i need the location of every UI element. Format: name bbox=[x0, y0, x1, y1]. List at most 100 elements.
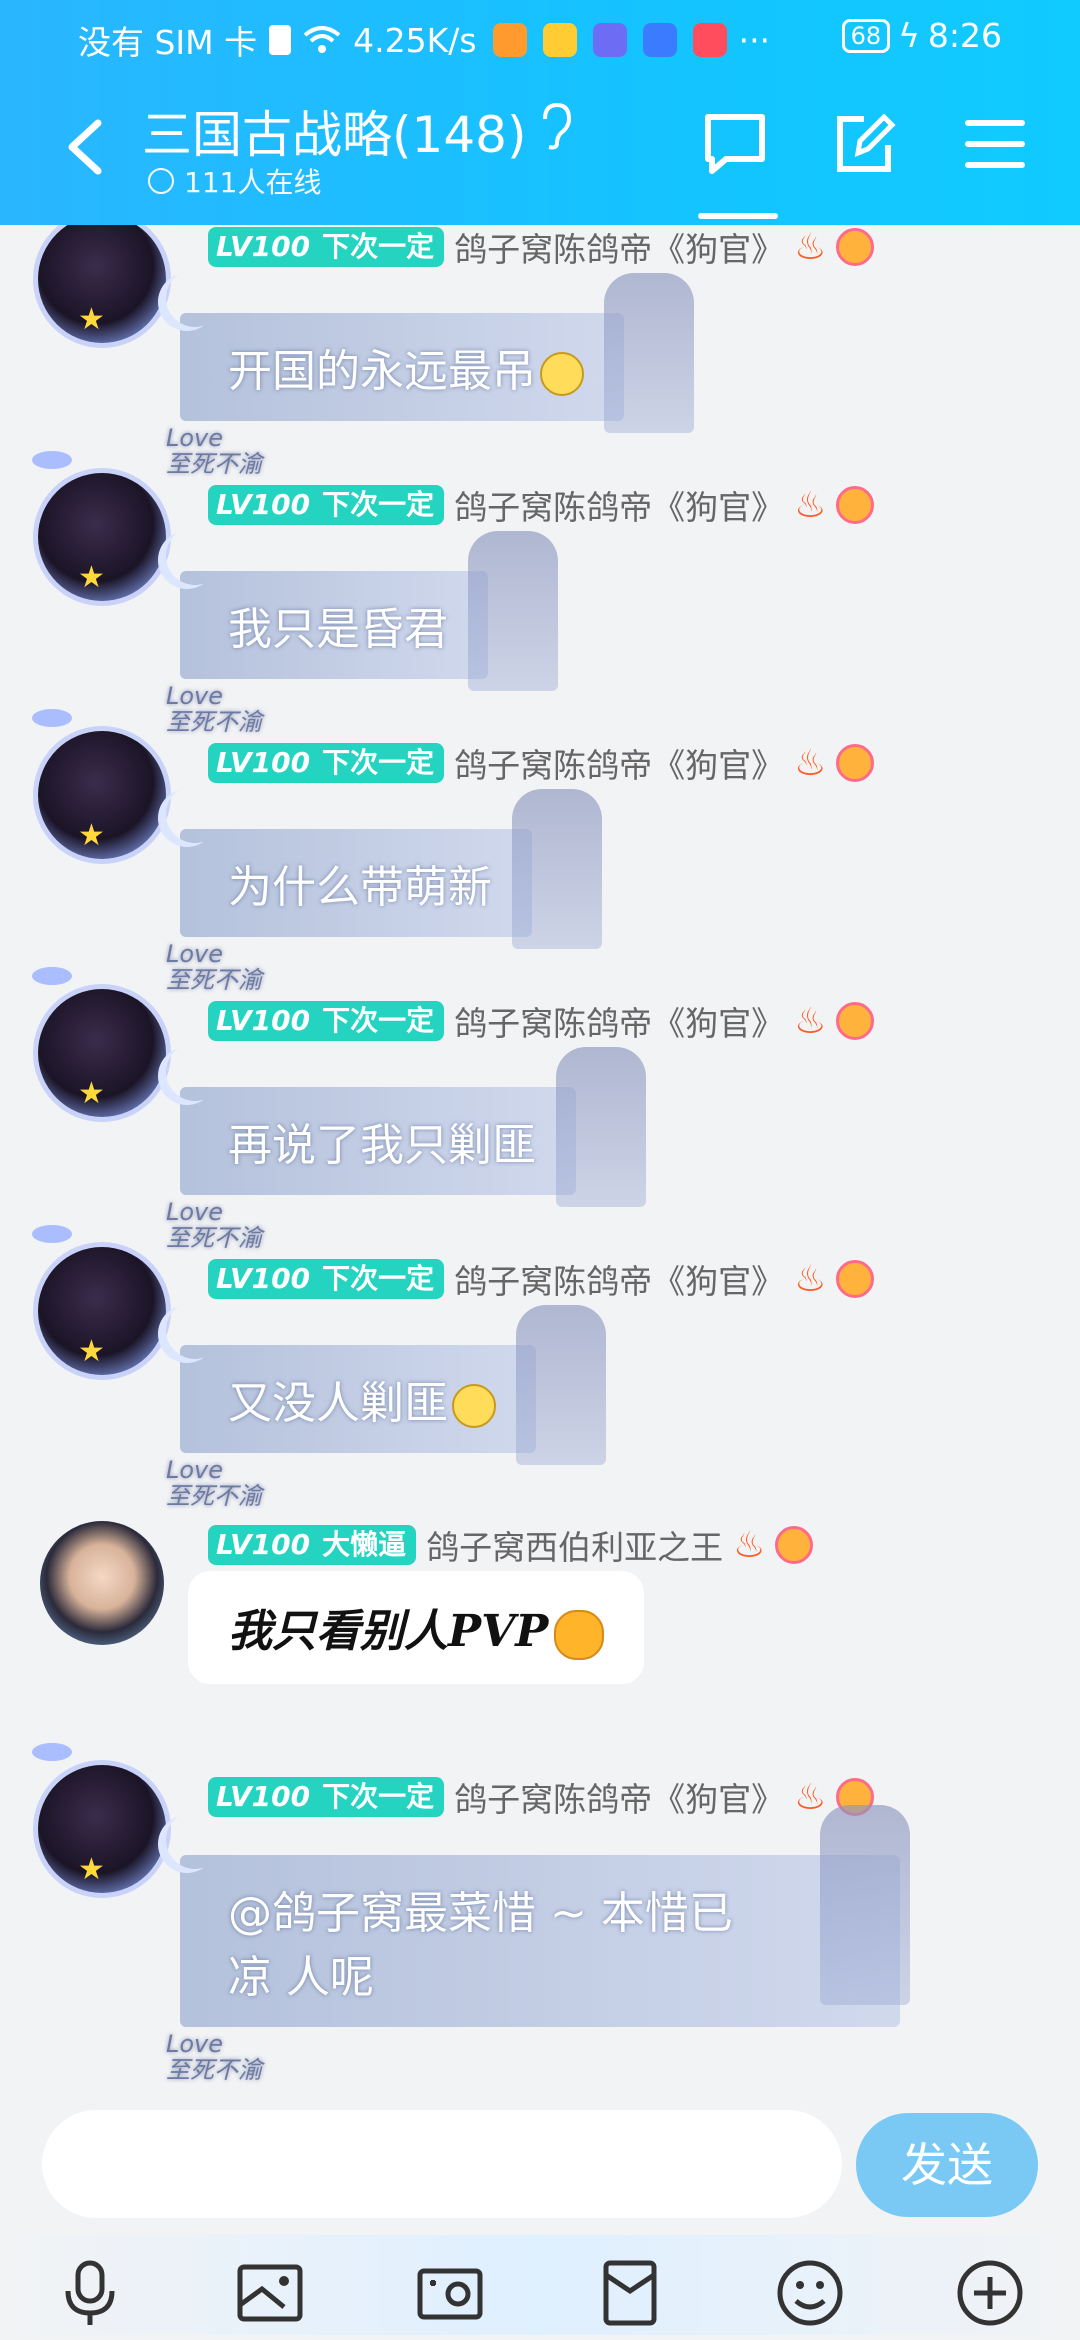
figure-decor bbox=[556, 1047, 646, 1207]
message-text: 又没人剿匪 bbox=[228, 1378, 448, 1429]
sender-name[interactable]: 鸽子窝西伯利亚之王 bbox=[426, 1521, 723, 1569]
sender-name[interactable]: 鸽子窝陈鸽帝《狗官》 bbox=[454, 997, 784, 1045]
carrier-text: 没有 SIM 卡 bbox=[78, 23, 258, 62]
group-title[interactable]: 三国古战略(148) bbox=[142, 95, 526, 167]
app-notification-icon bbox=[492, 23, 527, 57]
smirk-emoji-icon bbox=[540, 352, 584, 396]
figure-decor bbox=[468, 531, 558, 691]
message-bubble[interactable]: 开国的永远最吊 Love 至死不渝 bbox=[166, 273, 694, 477]
avatar[interactable]: ★ bbox=[32, 1225, 166, 1375]
level-badge: LV100 下次一定 bbox=[208, 1001, 445, 1041]
menu-icon[interactable] bbox=[960, 109, 1030, 179]
face-badge-icon bbox=[836, 744, 875, 782]
figure-decor bbox=[820, 1805, 910, 2005]
camera-icon[interactable] bbox=[414, 2257, 486, 2329]
microphone-icon[interactable] bbox=[54, 2257, 126, 2329]
charging-icon: ϟ bbox=[898, 16, 920, 55]
figure-decor bbox=[604, 273, 694, 433]
moon-icon bbox=[166, 269, 224, 327]
face-badge-icon bbox=[836, 1002, 875, 1040]
sender-meta: LV100 下次一定 鸽子窝陈鸽帝《狗官》 ♨ bbox=[208, 481, 875, 529]
sim-alert-icon bbox=[269, 25, 292, 55]
figure-decor bbox=[516, 1305, 606, 1465]
online-count-text: 111人在线 bbox=[184, 166, 322, 199]
sender-name[interactable]: 鸽子窝陈鸽帝《狗官》 bbox=[454, 481, 784, 529]
message-bubble[interactable]: 我只是昏君 Love 至死不渝 bbox=[166, 531, 558, 735]
plus-icon[interactable] bbox=[954, 2257, 1026, 2329]
avatar[interactable]: ★ bbox=[32, 1743, 166, 1893]
bubble-decor: Love 至死不渝 bbox=[166, 1198, 262, 1252]
moon-icon bbox=[166, 1301, 224, 1359]
level-badge: LV100 下次一定 bbox=[208, 227, 445, 267]
avatar[interactable]: ★ bbox=[38, 225, 166, 343]
edit-icon[interactable] bbox=[830, 109, 900, 179]
level-badge: LV100 下次一定 bbox=[208, 1777, 445, 1817]
red-packet-icon[interactable] bbox=[594, 2257, 666, 2329]
moon-icon bbox=[166, 527, 224, 585]
message-text: 为什么带萌新 bbox=[228, 862, 492, 913]
sender-name[interactable]: 鸽子窝陈鸽帝《狗官》 bbox=[454, 225, 784, 271]
more-notifications: ··· bbox=[738, 20, 771, 60]
input-area: 发送 bbox=[0, 2085, 1080, 2340]
message-bubble[interactable]: @鸽子窝最菜惜 ~ 本惜已 凉 人呢 Love 至死不渝 bbox=[166, 1805, 910, 2083]
sender-meta: LV100 大懒逼 鸽子窝西伯利亚之王 ♨ bbox=[208, 1521, 814, 1569]
network-speed: 4.25K/s bbox=[353, 20, 477, 60]
figure-decor bbox=[512, 789, 602, 949]
face-badge-icon bbox=[836, 1260, 875, 1298]
sender-meta: LV100 下次一定 鸽子窝陈鸽帝《狗官》 ♨ bbox=[208, 739, 875, 787]
message-bubble[interactable]: 我只看别人PVP bbox=[188, 1571, 645, 1684]
moon-icon bbox=[166, 785, 224, 843]
image-icon[interactable] bbox=[234, 2257, 306, 2329]
fire-icon: ♨ bbox=[794, 1776, 827, 1818]
message-input[interactable] bbox=[42, 2110, 842, 2218]
online-count[interactable]: 111人在线 bbox=[148, 161, 321, 201]
huawei-notification-icon bbox=[692, 23, 727, 57]
check-circle-icon bbox=[148, 168, 174, 194]
message-bubble[interactable]: 再说了我只剿匪 Love 至死不渝 bbox=[166, 1047, 646, 1251]
toolbar bbox=[0, 2235, 1080, 2335]
fire-icon: ♨ bbox=[794, 1000, 827, 1042]
level-badge: LV100 下次一定 bbox=[208, 1259, 445, 1299]
clock: 8:26 bbox=[927, 16, 1002, 55]
tiger-emoji-icon bbox=[554, 1609, 605, 1660]
avatar[interactable]: ★ bbox=[32, 451, 166, 601]
message-list[interactable]: ★ LV100 下次一定 鸽子窝陈鸽帝《狗官》 ♨ 开国的永远最吊 Love 至死不… bbox=[0, 225, 1080, 2085]
message-text: 开国的永远最吊 bbox=[228, 346, 536, 397]
message-bubble[interactable]: 又没人剿匪 Love 至死不渝 bbox=[166, 1305, 606, 1509]
avatar[interactable]: ★ bbox=[32, 967, 166, 1117]
sender-meta: LV100 下次一定 鸽子窝陈鸽帝《狗官》 ♨ bbox=[208, 1773, 875, 1821]
back-icon[interactable] bbox=[60, 117, 110, 177]
bulb-notification-icon bbox=[642, 23, 677, 57]
level-badge: LV100 下次一定 bbox=[208, 485, 445, 525]
moon-icon bbox=[166, 1811, 224, 1869]
bubble-decor: Love 至死不渝 bbox=[166, 2030, 262, 2084]
fire-icon: ♨ bbox=[794, 742, 827, 784]
avatar[interactable] bbox=[40, 1521, 164, 1645]
bubble-decor: Love 至死不渝 bbox=[166, 682, 262, 736]
fire-icon: ♨ bbox=[794, 1258, 827, 1300]
ear-mode-icon[interactable] bbox=[535, 101, 575, 151]
wifi-icon bbox=[303, 26, 341, 53]
nav-bar: 三国古战略(148) 111人在线 bbox=[0, 95, 1080, 219]
face-badge-icon bbox=[836, 228, 875, 266]
battery-icon: 68 bbox=[841, 18, 891, 53]
message-bubble[interactable]: 为什么带萌新 Love 至死不渝 bbox=[166, 789, 602, 993]
face-badge-icon bbox=[836, 486, 875, 524]
level-badge: LV100 下次一定 bbox=[208, 743, 445, 783]
level-badge: LV100 大懒逼 bbox=[208, 1525, 417, 1565]
chat-bubble-icon[interactable] bbox=[700, 109, 770, 179]
fire-icon: ♨ bbox=[794, 226, 827, 268]
message-text-line: @鸽子窝最菜惜 ~ 本惜已 bbox=[228, 1888, 733, 1939]
message-text: 再说了我只剿匪 bbox=[228, 1120, 536, 1171]
sender-name[interactable]: 鸽子窝陈鸽帝《狗官》 bbox=[454, 1773, 784, 1821]
fire-icon: ♨ bbox=[794, 484, 827, 526]
smirk-emoji-icon bbox=[452, 1384, 496, 1428]
app-notification-icon bbox=[542, 23, 577, 57]
send-button[interactable]: 发送 bbox=[856, 2113, 1038, 2217]
bubble-decor: Love 至死不渝 bbox=[166, 1456, 262, 1510]
sender-name[interactable]: 鸽子窝陈鸽帝《狗官》 bbox=[454, 1255, 784, 1303]
bubble-decor: Love 至死不渝 bbox=[166, 424, 262, 478]
avatar[interactable]: ★ bbox=[32, 709, 166, 859]
sender-name[interactable]: 鸽子窝陈鸽帝《狗官》 bbox=[454, 739, 784, 787]
emoji-icon[interactable] bbox=[774, 2257, 846, 2329]
